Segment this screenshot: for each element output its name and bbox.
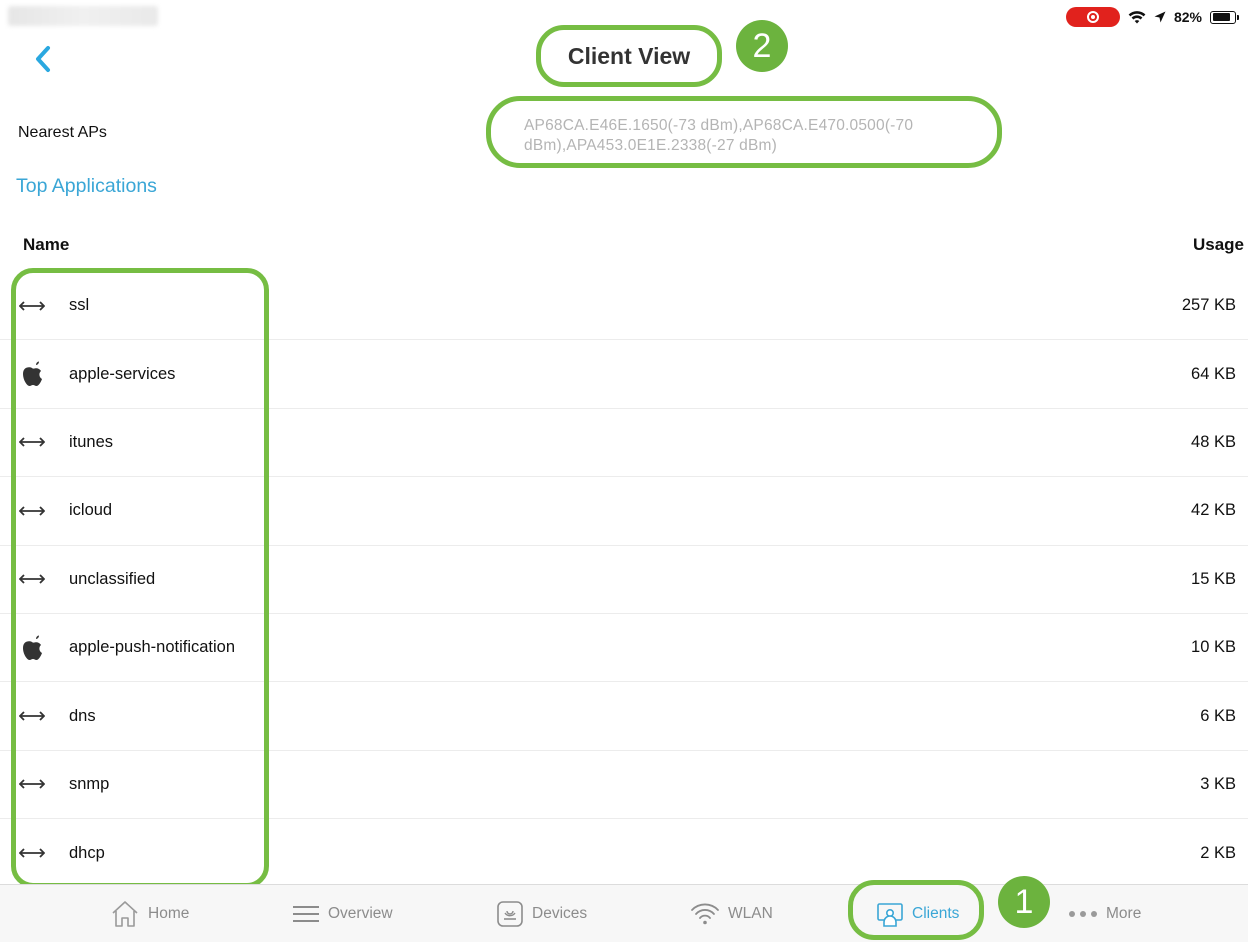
tab-home[interactable]: Home [110,899,189,929]
app-name: dns [69,706,96,725]
app-usage: 6 KB [1200,706,1236,725]
arrows-horizontal-icon [18,294,46,318]
status-bar: 82% [1065,6,1239,28]
tab-bar: Home Overview Devices WLAN Clients More [0,884,1248,942]
status-bar-time-blurred [8,6,158,26]
tab-label: Overview [328,905,393,922]
tab-clients[interactable]: Clients [876,899,959,929]
table-row[interactable]: apple-services 64 KB [0,340,1248,409]
access-point-icon [497,901,523,927]
table-row[interactable]: dns 6 KB [0,682,1248,751]
tab-label: Devices [532,905,588,922]
table-row[interactable]: dhcp 2 KB [0,819,1248,887]
table-row[interactable]: apple-push-notification 10 KB [0,614,1248,683]
apple-icon [18,635,46,660]
app-name: itunes [69,432,114,451]
tab-wlan[interactable]: WLAN [690,899,773,929]
tab-label: Home [148,905,190,922]
client-icon [877,903,903,927]
location-arrow-icon [1154,11,1166,23]
app-usage: 64 KB [1191,364,1236,383]
nearest-aps-value: AP68CA.E46E.1650(-73 dBm),AP68CA.E470.05… [524,117,914,154]
table-row[interactable]: icloud 42 KB [0,477,1248,546]
arrows-horizontal-icon [18,772,46,796]
app-usage: 2 KB [1200,843,1236,862]
app-usage: 257 KB [1181,296,1236,315]
wifi-icon [691,903,719,925]
table-row[interactable]: itunes 48 KB [0,409,1248,478]
arrows-horizontal-icon [18,430,46,454]
app-name: ssl [69,296,90,315]
page-title: Client View [567,42,691,69]
app-usage: 15 KB [1191,569,1236,588]
list-icon [293,906,319,922]
app-usage: 3 KB [1200,774,1236,793]
more-dots-icon [1069,911,1097,917]
table-row[interactable]: snmp 3 KB [0,751,1248,820]
top-applications-link[interactable]: Top Applications [16,175,157,198]
tab-overview[interactable]: Overview [292,899,393,929]
tab-devices[interactable]: Devices [496,899,587,929]
app-name: snmp [69,774,110,793]
back-button[interactable] [28,42,58,76]
arrows-horizontal-icon [18,567,46,591]
tab-more[interactable]: More [1068,899,1141,929]
tab-label: More [1106,905,1142,922]
tab-label: Clients [912,905,960,922]
wifi-icon [1128,10,1146,24]
app-usage: 48 KB [1191,432,1236,451]
chevron-left-icon [36,46,50,72]
arrows-horizontal-icon [18,841,46,865]
tab-label: WLAN [728,905,773,922]
table-row[interactable]: unclassified 15 KB [0,546,1248,614]
battery-level [1212,13,1230,21]
battery-percent: 82% [1173,9,1202,25]
callout-badge-2: 2 [736,20,788,72]
table-row[interactable]: ssl 257 KB [0,272,1248,341]
arrows-horizontal-icon [18,704,46,728]
app-name: dhcp [69,843,105,862]
app-name: icloud [69,501,113,520]
app-usage: 42 KB [1191,501,1236,520]
arrows-horizontal-icon [18,499,46,523]
column-header-name: Name [23,235,70,254]
nearest-aps-highlight: AP68CA.E46E.1650(-73 dBm),AP68CA.E470.05… [486,96,1002,168]
nearest-aps-label: Nearest APs [18,124,107,141]
app-name: apple-services [69,364,176,383]
callout-badge-1: 1 [998,876,1050,928]
app-name: unclassified [69,569,156,588]
app-name: apple-push-notification [69,638,236,657]
apple-icon [18,361,46,387]
screen-record-icon [1065,7,1120,27]
applications-table: ssl 257 KB apple-services 64 KB itunes 48 KB i… [0,272,1248,888]
column-header-usage: Usage [1192,235,1244,254]
title-highlight: Client View [536,25,722,87]
home-icon [112,901,138,927]
app-usage: 10 KB [1191,638,1236,657]
battery-icon [1210,10,1239,24]
